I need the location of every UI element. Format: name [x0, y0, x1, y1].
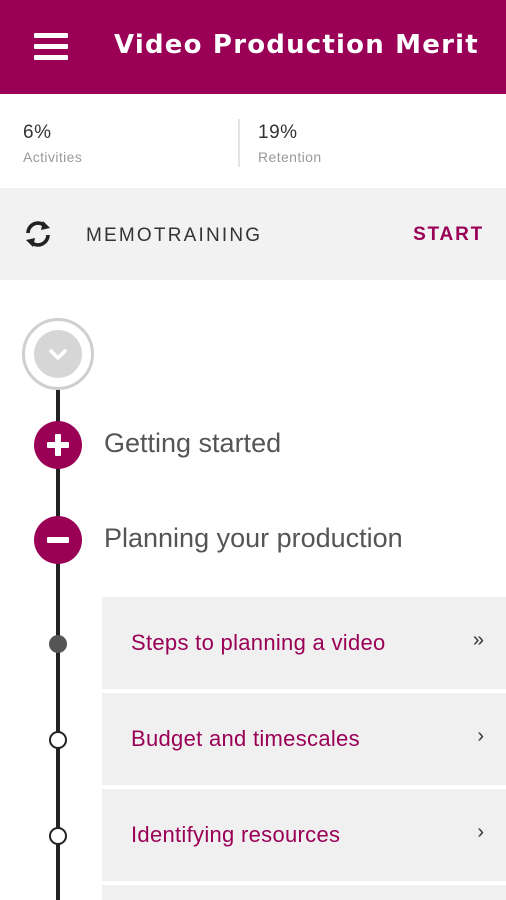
retention-stat: 19% Retention — [258, 122, 322, 165]
retention-label: Retention — [258, 149, 322, 165]
section-planning-your-production[interactable]: Planning your production — [104, 523, 403, 554]
collapse-section-minus-icon[interactable] — [34, 516, 82, 564]
memotraining-label: MEMOTRAINING — [86, 225, 263, 246]
expand-section-plus-icon[interactable] — [34, 421, 82, 469]
memotraining-bar: MEMOTRAINING START — [0, 188, 506, 280]
lesson-item[interactable]: Steps to planning a video » — [102, 597, 506, 689]
sync-icon — [26, 221, 50, 247]
start-button[interactable]: START — [413, 224, 484, 246]
activities-stat: 6% Activities — [23, 122, 82, 165]
chevron-right-icon: › — [477, 725, 484, 747]
lesson-status-dot — [49, 827, 67, 845]
lesson-status-dot — [49, 731, 67, 749]
collapse-all-button[interactable] — [22, 318, 94, 390]
retention-value: 19% — [258, 122, 298, 143]
lesson-status-dot-current — [49, 635, 67, 653]
stats-divider — [238, 119, 240, 167]
app-title: Video Production Merit — [114, 30, 479, 60]
activities-value: 6% — [23, 122, 52, 143]
progress-stats: 6% Activities 19% Retention — [0, 94, 506, 188]
lesson-item-partial[interactable] — [102, 885, 506, 900]
section-getting-started[interactable]: Getting started — [104, 428, 281, 459]
double-chevron-right-icon: » — [472, 629, 484, 651]
chevron-right-icon: › — [477, 821, 484, 843]
chevron-down-icon — [49, 349, 67, 360]
lesson-title: Identifying resources — [131, 822, 341, 847]
app-bar: Video Production Merit — [0, 0, 506, 94]
lesson-title: Budget and timescales — [131, 726, 360, 751]
lesson-item[interactable]: Identifying resources › — [102, 789, 506, 881]
activities-label: Activities — [23, 149, 83, 165]
lesson-item[interactable]: Budget and timescales › — [102, 693, 506, 785]
lesson-title: Steps to planning a video — [131, 630, 386, 655]
hamburger-menu-icon[interactable] — [30, 28, 72, 66]
